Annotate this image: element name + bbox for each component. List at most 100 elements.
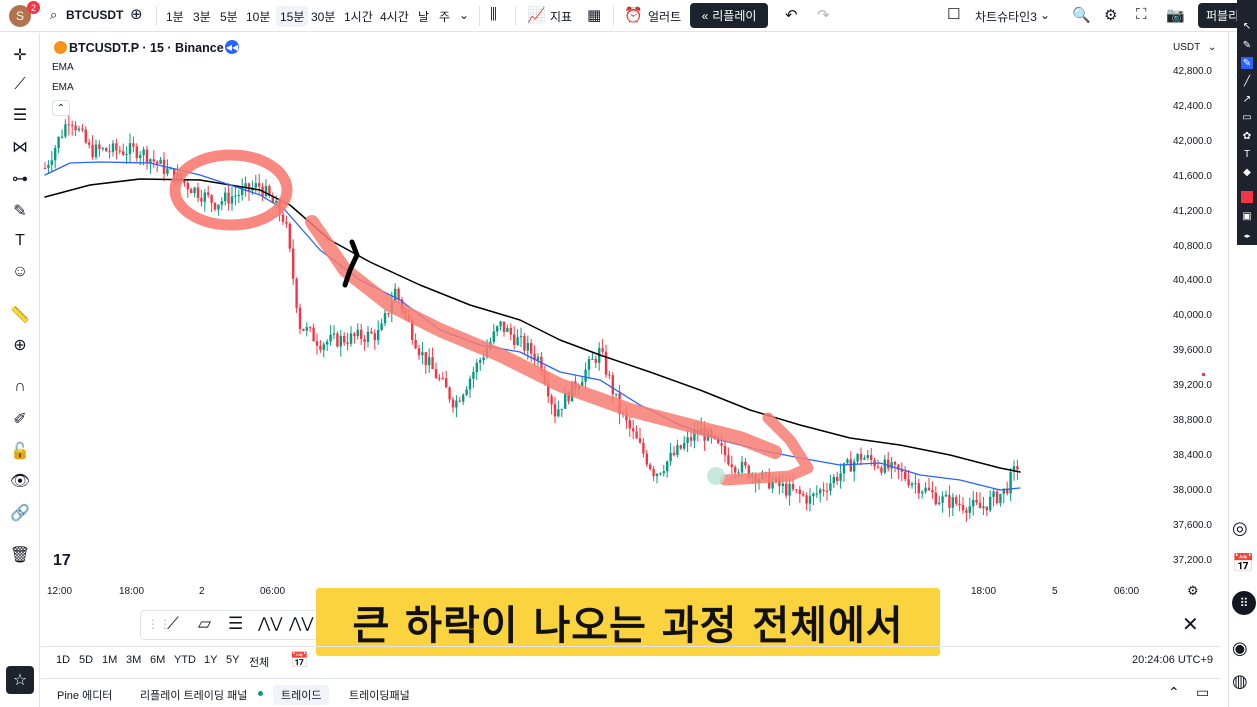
cursor-icon[interactable]: ↖	[1241, 20, 1253, 32]
interval-4h[interactable]: 4시간	[380, 8, 409, 25]
brush-icon[interactable]: ✎	[8, 199, 32, 223]
tab-replay-trading-panel[interactable]: 리플레이 트레이딩 패널	[140, 687, 247, 703]
rectangle-icon[interactable]: ▭	[1241, 111, 1253, 123]
chevron-down-icon[interactable]: ⌄	[1040, 8, 1050, 22]
currency-label[interactable]: USDT	[1173, 42, 1200, 53]
calendar-icon[interactable]: 📅	[1232, 553, 1254, 574]
chart-pane[interactable]	[41, 33, 1221, 603]
candle-style-icon[interactable]: ⫼	[490, 6, 497, 23]
period-5d[interactable]: 5D	[79, 654, 93, 666]
fullscreen-icon[interactable]: ⛶	[1136, 6, 1147, 23]
add-compare-icon[interactable]: ⊕	[130, 5, 143, 23]
color-swatch-icon[interactable]	[1241, 191, 1253, 203]
arrow-icon[interactable]: ↗	[1241, 93, 1253, 105]
channel-tool-icon[interactable]: ▱	[198, 614, 211, 634]
favorites-star-icon[interactable]: ☆	[6, 666, 34, 694]
redo-icon[interactable]: ↷	[817, 6, 830, 24]
interval-30m[interactable]: 30분	[311, 8, 335, 25]
symbol-search-button[interactable]: BTCUSDT	[66, 8, 123, 22]
ema-legend-2[interactable]: EMA	[52, 82, 74, 93]
clock[interactable]: 20:24:06 UTC+9	[1132, 654, 1213, 666]
calendar-icon[interactable]: 📅	[290, 651, 309, 669]
link-icon[interactable]: 🔗	[8, 501, 32, 525]
candle-body	[553, 404, 557, 417]
magnet-icon[interactable]: ∩	[8, 375, 32, 399]
layout-checkbox-icon[interactable]: ☐	[947, 5, 960, 23]
emoji-icon[interactable]: ☺	[8, 260, 32, 284]
interval-15m[interactable]: 15분	[276, 6, 309, 27]
target-icon[interactable]: ◎	[1232, 518, 1248, 539]
period-all[interactable]: 전체	[249, 654, 269, 670]
xabcd-pattern-icon[interactable]: ⋀⋁	[258, 614, 283, 632]
more-icon[interactable]: ◂▸	[1241, 230, 1253, 242]
period-1y[interactable]: 1Y	[204, 654, 217, 666]
eye-icon[interactable]: 👁	[8, 469, 32, 493]
trash-icon[interactable]: 🗑	[8, 543, 32, 567]
highlighter-icon[interactable]: ✎	[1241, 57, 1253, 69]
interval-3m[interactable]: 3분	[193, 8, 211, 25]
fib-tool-icon[interactable]: ☰	[228, 614, 243, 634]
period-ytd[interactable]: YTD	[174, 654, 196, 666]
prediction-icon[interactable]: ⊶	[8, 167, 32, 191]
line-tool-icon[interactable]: ⟋	[167, 614, 179, 634]
chevron-down-icon[interactable]: ⌄	[459, 8, 469, 22]
ema-legend-1[interactable]: EMA	[52, 62, 74, 73]
tab-trading-panel[interactable]: 트레이딩패널	[349, 687, 410, 703]
close-icon[interactable]: ✕	[1182, 612, 1199, 637]
maximize-icon[interactable]: ▭	[1196, 684, 1209, 701]
period-3m[interactable]: 3M	[126, 654, 141, 666]
palette-icon[interactable]: ✿	[1241, 130, 1253, 142]
text-icon[interactable]: T	[1241, 148, 1253, 160]
period-6m[interactable]: 6M	[150, 654, 165, 666]
speed-icon[interactable]: ◍	[1232, 671, 1248, 692]
ruler-icon[interactable]: 📏	[8, 303, 32, 327]
pattern-icon[interactable]: ⋈	[8, 135, 32, 159]
interval-1h[interactable]: 1시간	[344, 8, 373, 25]
price-chart[interactable]	[41, 33, 1221, 603]
tab-trade[interactable]: 트레이드	[273, 685, 330, 705]
period-1m[interactable]: 1M	[102, 654, 117, 666]
search-icon[interactable]: ⌕	[50, 7, 57, 23]
undo-icon[interactable]: ↶	[785, 6, 798, 24]
tab-pine-editor[interactable]: Pine 에디터	[57, 687, 112, 703]
size-icon[interactable]: ▣	[1241, 210, 1253, 222]
period-5y[interactable]: 5Y	[226, 654, 239, 666]
interval-day[interactable]: 날	[418, 8, 429, 25]
layout-grid-icon[interactable]: ▦	[587, 6, 601, 24]
chart-settings-gear-icon[interactable]: ⚙	[1187, 583, 1199, 599]
broadcast-icon[interactable]: ◉	[1232, 638, 1248, 659]
apps-grid-icon[interactable]: ⠿	[1232, 591, 1256, 615]
replay-marker-icon[interactable]: ◀◀	[225, 40, 239, 54]
interval-10m[interactable]: 10분	[246, 8, 270, 25]
interval-week[interactable]: 주	[439, 8, 450, 25]
interval-5m[interactable]: 5분	[220, 8, 238, 25]
chart-title[interactable]: BTCUSDT.P · 15 · Binance	[69, 41, 224, 55]
crosshair-icon[interactable]: ✛	[8, 43, 32, 67]
eraser-icon[interactable]: ◆	[1241, 166, 1253, 178]
period-1d[interactable]: 1D	[56, 654, 70, 666]
layout-name-button[interactable]: 차트슈타인3	[975, 8, 1037, 25]
indicators-icon[interactable]: 📈	[527, 6, 546, 24]
trend-line-icon[interactable]: ⟋	[8, 73, 32, 97]
collapse-legend-button[interactable]: ⌃	[52, 100, 70, 116]
candle-body	[859, 453, 863, 460]
settings-gear-icon[interactable]: ⚙	[1104, 6, 1117, 24]
alarm-icon[interactable]: ⏰	[624, 6, 643, 24]
line-icon[interactable]: ╱	[1241, 75, 1253, 87]
replay-button[interactable]: « 리플레이	[690, 3, 768, 28]
lock-icon[interactable]: 🔓	[8, 439, 32, 463]
chevron-down-icon[interactable]: ⌄	[1208, 42, 1216, 53]
lock-drawing-icon[interactable]: ✐	[8, 407, 32, 431]
camera-icon[interactable]: 📷	[1166, 6, 1185, 24]
indicators-button[interactable]: 지표	[550, 8, 572, 25]
abcd-pattern-icon[interactable]: ⋀⋁	[289, 614, 314, 632]
chevron-up-icon[interactable]: ⌃	[1168, 684, 1180, 701]
fib-lines-icon[interactable]: ☰	[8, 103, 32, 127]
zoom-in-icon[interactable]: ⊕	[8, 333, 32, 357]
text-icon[interactable]: T	[8, 229, 32, 253]
alert-button[interactable]: 얼러트	[648, 8, 681, 25]
candle-body	[125, 154, 128, 156]
pen-icon[interactable]: ✎	[1241, 39, 1253, 51]
quick-search-icon[interactable]: 🔍	[1072, 6, 1091, 24]
interval-1m[interactable]: 1분	[166, 8, 184, 25]
